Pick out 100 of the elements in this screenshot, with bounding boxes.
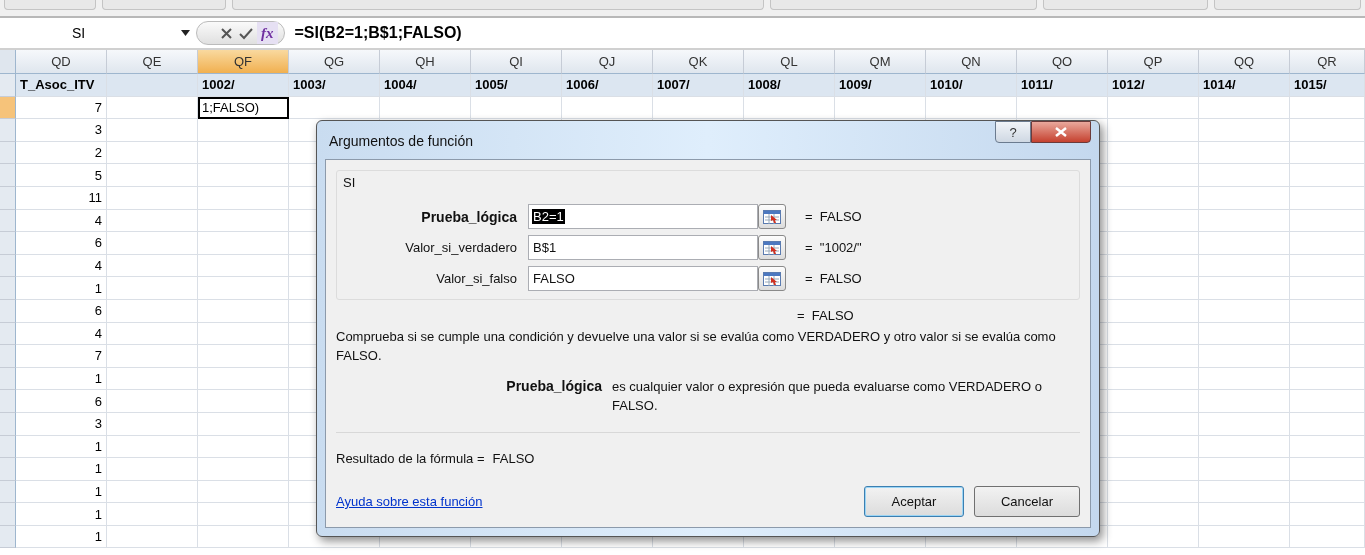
row-header[interactable]: [0, 96, 16, 120]
collapse-dialog-icon: [763, 271, 781, 286]
table-cell: 1: [16, 525, 107, 549]
table-cell: 6: [16, 299, 107, 323]
table-cell: 2: [16, 141, 107, 165]
ribbon-tab[interactable]: [1042, 0, 1208, 10]
row-header[interactable]: [0, 367, 16, 391]
table-cell: 1: [16, 367, 107, 391]
row-header[interactable]: [0, 435, 16, 459]
argument-field[interactable]: B$1: [528, 235, 758, 260]
function-result: = FALSO: [797, 308, 854, 323]
row-header[interactable]: [0, 74, 16, 97]
row-header[interactable]: [0, 209, 16, 233]
argument-field[interactable]: B2=1: [528, 204, 758, 229]
table-cell: 1005/: [471, 74, 562, 97]
help-link[interactable]: Ayuda sobre esta función: [336, 494, 483, 509]
row-header[interactable]: [0, 186, 16, 210]
column-header[interactable]: QO: [1017, 50, 1108, 74]
argument-result: = "1002/": [804, 240, 863, 255]
table-cell: 11: [16, 186, 107, 210]
table-cell: 1003/: [289, 74, 380, 97]
ribbon-tab[interactable]: [232, 0, 765, 10]
column-header[interactable]: QM: [835, 50, 926, 74]
table-cell: 6: [16, 390, 107, 413]
argument-label: Prueba_lógica: [420, 208, 517, 225]
column-header[interactable]: QQ: [1199, 50, 1290, 74]
collapse-dialog-button[interactable]: [758, 266, 786, 291]
argument-result: = FALSO: [804, 271, 863, 286]
argument-label: Valor_si_verdadero: [404, 240, 517, 255]
row-header[interactable]: [0, 119, 16, 142]
row-header[interactable]: [0, 299, 16, 323]
column-header[interactable]: QL: [744, 50, 835, 74]
column-header[interactable]: QR: [1290, 50, 1365, 74]
column-header[interactable]: QF: [198, 50, 289, 74]
table-cell: 1006/: [562, 74, 653, 97]
column-header[interactable]: QH: [380, 50, 471, 74]
table-cell: 1: [16, 435, 107, 459]
row-header[interactable]: [0, 345, 16, 368]
row-header[interactable]: [0, 254, 16, 278]
row-header[interactable]: [0, 322, 16, 346]
ok-button[interactable]: Aceptar: [864, 486, 964, 517]
row-header[interactable]: [0, 503, 16, 526]
table-cell: 1002/: [198, 74, 289, 97]
column-header[interactable]: QK: [653, 50, 744, 74]
collapse-dialog-button[interactable]: [758, 235, 786, 260]
collapse-dialog-icon: [763, 209, 781, 224]
row-header[interactable]: [0, 525, 16, 549]
dialog-title: Argumentos de función: [329, 132, 473, 149]
close-button[interactable]: [1031, 121, 1091, 143]
column-header[interactable]: QN: [926, 50, 1017, 74]
table-cell: 1008/: [744, 74, 835, 97]
row-header[interactable]: [0, 412, 16, 436]
row-header[interactable]: [0, 277, 16, 300]
table-cell: T_Asoc_ITV: [16, 74, 107, 97]
table-cell: 1015/: [1290, 74, 1365, 97]
ribbon-tab[interactable]: [101, 0, 226, 10]
column-header[interactable]: QP: [1108, 50, 1199, 74]
cancel-button[interactable]: Cancelar: [974, 486, 1080, 517]
column-header[interactable]: QD: [16, 50, 107, 74]
table-cell: 1009/: [835, 74, 926, 97]
row-header[interactable]: [0, 232, 16, 255]
close-icon: [1055, 127, 1067, 137]
name-box[interactable]: SI: [0, 21, 196, 45]
function-description: Comprueba si se cumple una condición y devuelve una valor si se evalúa como VERDADERO y otro valor si se evalúa como FALSO.: [336, 328, 1057, 365]
ribbon-tab[interactable]: [4, 0, 96, 10]
row-header[interactable]: [0, 458, 16, 481]
table-cell: 3: [16, 412, 107, 436]
ribbon-tab[interactable]: [1214, 0, 1361, 10]
argument-description: es cualquier valor o expresión que pueda evaluarse como VERDADERO o FALSO.: [612, 378, 1043, 415]
column-header[interactable]: QJ: [562, 50, 653, 74]
table-cell: 1010/: [926, 74, 1017, 97]
table-cell: 1007/: [653, 74, 744, 97]
collapse-dialog-button[interactable]: [758, 204, 786, 229]
table-cell: 7: [16, 96, 107, 120]
argument-field[interactable]: FALSO: [528, 266, 758, 291]
collapse-dialog-icon: [763, 240, 781, 255]
table-cell: 4: [16, 322, 107, 346]
table-cell: 7: [16, 345, 107, 368]
row-header[interactable]: [0, 480, 16, 504]
column-header[interactable]: QI: [471, 50, 562, 74]
row-header[interactable]: [0, 390, 16, 413]
table-cell: 1011/: [1017, 74, 1108, 97]
close-icon[interactable]: [219, 25, 234, 41]
select-all-corner[interactable]: [0, 50, 16, 74]
ribbon-tab[interactable]: [770, 0, 1037, 10]
argument-name: Prueba_lógica: [505, 377, 602, 396]
row-header[interactable]: [0, 141, 16, 165]
table-cell: 1: [16, 503, 107, 526]
formula-field[interactable]: =SI(B2=1;B$1;FALSO): [284, 24, 462, 42]
row-header[interactable]: [0, 164, 16, 187]
table-cell: 6: [16, 232, 107, 255]
table-cell: 3: [16, 119, 107, 142]
column-header[interactable]: QG: [289, 50, 380, 74]
help-button[interactable]: ?: [995, 121, 1031, 143]
active-cell[interactable]: 1;FALSO): [198, 96, 289, 120]
table-cell: 4: [16, 209, 107, 233]
table-cell: 1014/: [1199, 74, 1290, 97]
table-cell: 4: [16, 254, 107, 278]
column-header[interactable]: QE: [107, 50, 198, 74]
insert-function-button[interactable]: fx: [257, 22, 278, 44]
